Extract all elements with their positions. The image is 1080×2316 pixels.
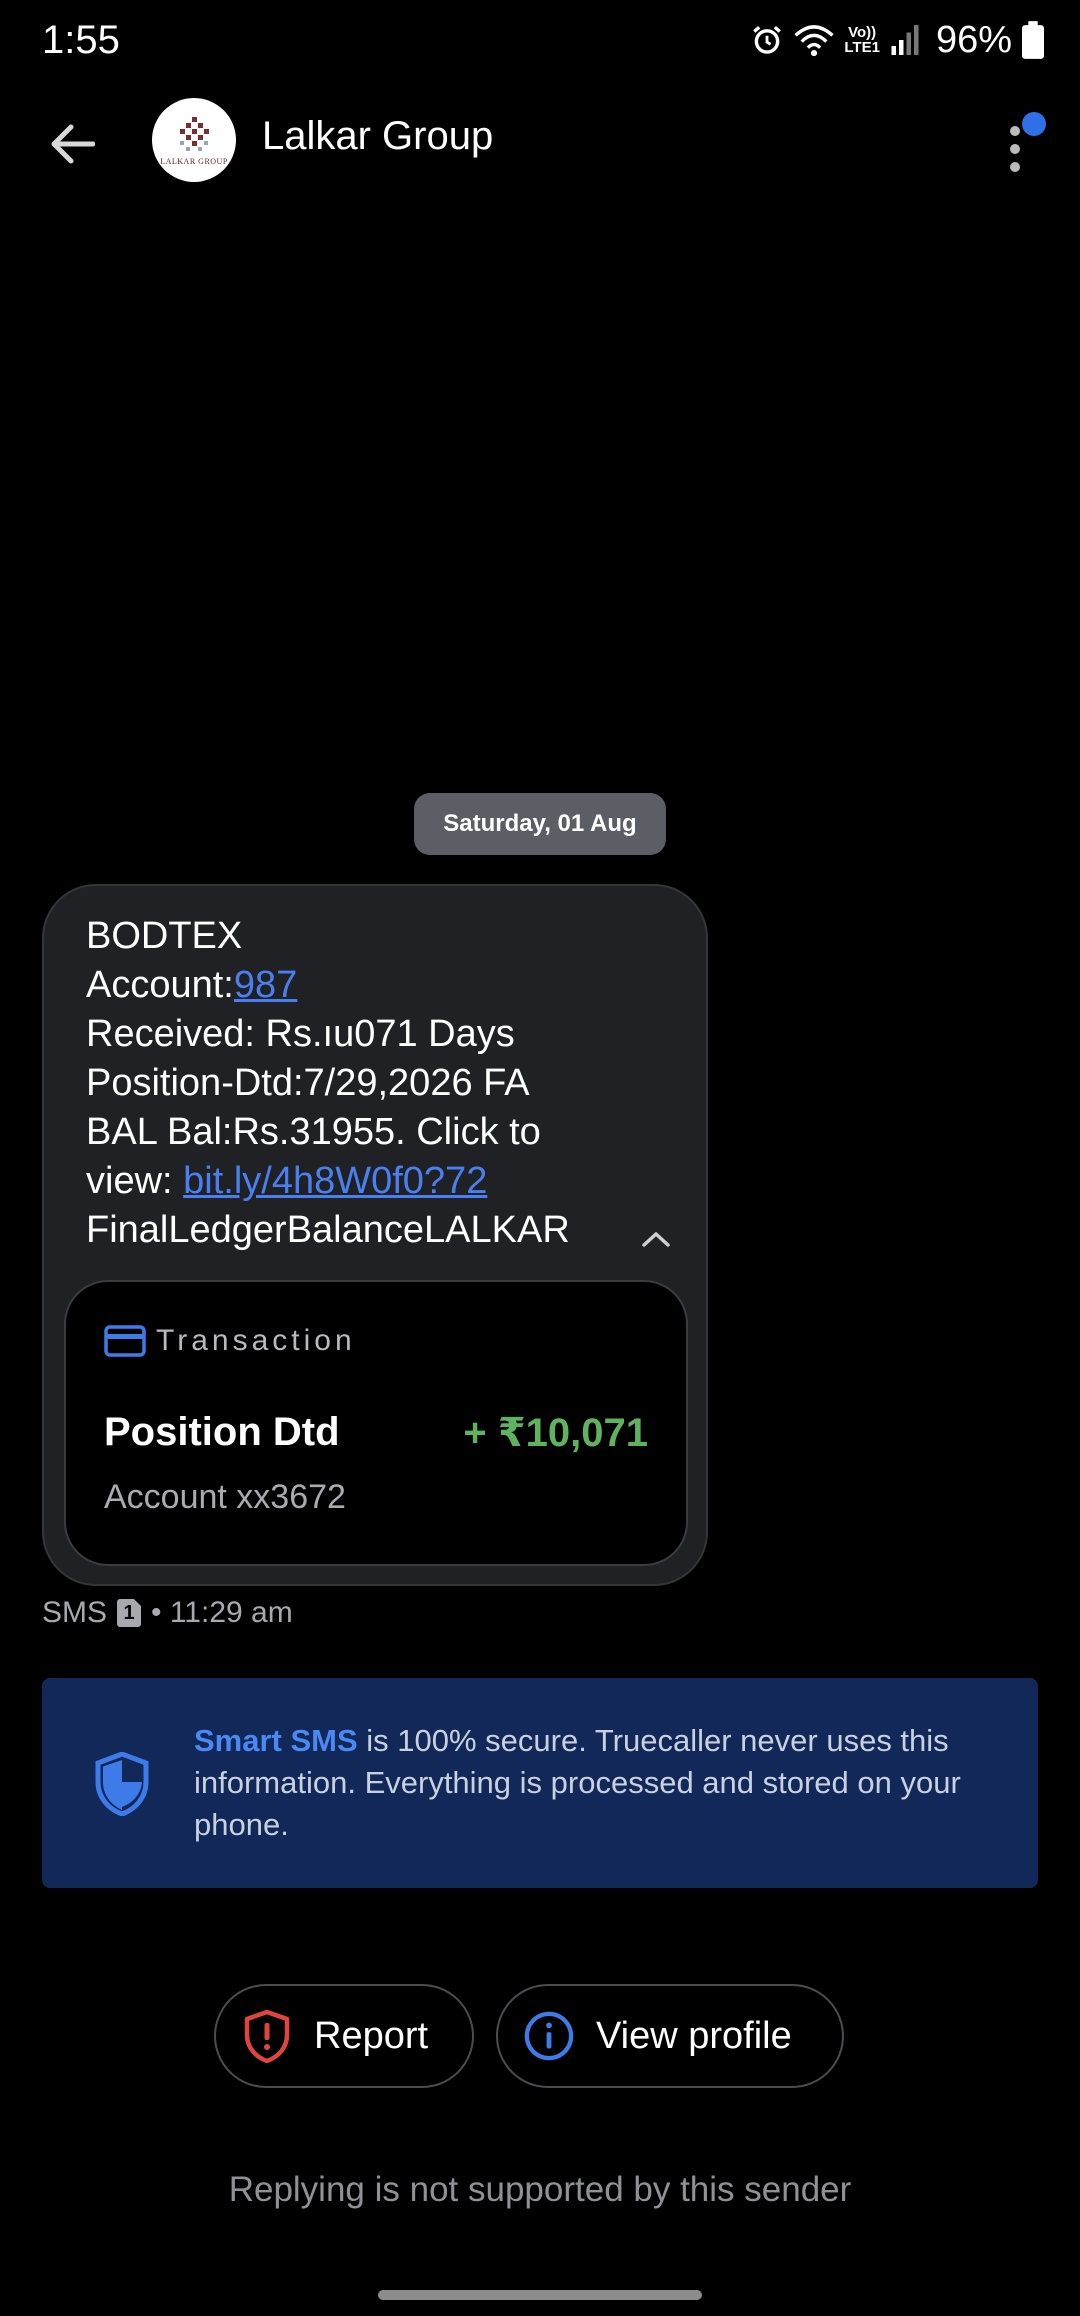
info-text: Smart SMS is 100% secure. Truecaller nev… <box>194 1720 1014 1846</box>
message-line: BODTEX <box>86 915 243 957</box>
alarm-icon <box>753 25 782 54</box>
message-text: Account: <box>86 964 234 1006</box>
report-shield-icon <box>242 2009 292 2063</box>
status-time: 1:55 <box>42 18 120 62</box>
battery-percent: 96% <box>935 18 1012 61</box>
notification-badge <box>1022 112 1046 136</box>
wifi-icon <box>794 25 834 57</box>
reply-unsupported-note: Replying is not supported by this sender <box>228 2170 852 2209</box>
view-profile-label: View profile <box>596 2014 792 2057</box>
report-button[interactable]: Report <box>214 1984 474 2088</box>
message-line: Account:987 <box>86 961 666 1010</box>
message-body: BODTEX Account:987 Received: Rs.ıu071 Da… <box>86 912 666 1255</box>
signal-icon <box>891 25 919 55</box>
avatar-logo-text: LALKAR GROUP <box>160 156 228 166</box>
view-profile-button[interactable]: View profile <box>496 1984 844 2088</box>
message-line: Position-Dtd:7/29,2026 FA <box>86 1062 530 1104</box>
message-meta: SMS 1 • 11:29 am <box>42 1596 293 1630</box>
overflow-menu-button[interactable] <box>990 108 1050 178</box>
volte-lte-icon: Vo)) LTE1 <box>844 24 880 56</box>
menu-dot <box>1010 162 1020 172</box>
lalkar-logo-icon <box>180 116 209 151</box>
chevron-up-icon <box>642 1232 670 1247</box>
transaction-header: Transaction <box>104 1324 356 1358</box>
avatar[interactable]: LALKAR GROUP <box>152 98 236 182</box>
credit-card-icon <box>104 1325 146 1357</box>
transaction-amount: + ₹10,071 <box>463 1411 648 1455</box>
menu-dot <box>1010 126 1020 136</box>
url-link[interactable]: bit.ly/4h8W0f0?72 <box>183 1160 487 1202</box>
collapse-button[interactable] <box>634 1222 678 1256</box>
message-line: FinalLedgerBalanceLALKAR <box>86 1209 570 1251</box>
status-icons: Vo)) LTE1 96% <box>750 16 1044 64</box>
transaction-label: Transaction <box>156 1324 356 1357</box>
account-number-link[interactable]: 987 <box>234 964 297 1006</box>
arrow-left-icon <box>51 124 95 164</box>
status-bar: 1:55 Vo)) LTE1 96% <box>0 0 1080 82</box>
conversation-header: LALKAR GROUP Lalkar Group <box>0 90 1080 195</box>
transaction-account: Account xx3672 <box>104 1478 346 1516</box>
message-text: view: <box>86 1160 184 1202</box>
transaction-card[interactable]: Transaction Position Dtd + ₹10,071 Accou… <box>64 1280 688 1566</box>
message-time: • 11:29 am <box>151 1596 293 1629</box>
message-type: SMS <box>42 1596 108 1629</box>
transaction-name: Position Dtd <box>104 1410 340 1454</box>
home-indicator[interactable] <box>378 2290 702 2300</box>
sim-card-icon: 1 <box>117 1599 142 1627</box>
smart-sms-info-banner: Smart SMS is 100% secure. Truecaller nev… <box>42 1678 1038 1888</box>
battery-icon <box>1022 21 1044 59</box>
message-bubble[interactable]: BODTEX Account:987 Received: Rs.ıu071 Da… <box>42 884 708 1586</box>
back-button[interactable] <box>40 112 104 176</box>
report-label: Report <box>314 2014 429 2057</box>
info-icon <box>524 2009 574 2063</box>
smart-sms-highlight: Smart SMS <box>194 1723 358 1758</box>
message-line: BAL Bal:Rs.31955. Click to <box>86 1111 541 1153</box>
shield-icon <box>95 1752 149 1816</box>
conversation-title[interactable]: Lalkar Group <box>262 114 493 159</box>
menu-dot <box>1010 144 1020 154</box>
message-line: Received: Rs.ıu071 Days <box>86 1013 515 1055</box>
message-line: view: bit.ly/4h8W0f0?72 <box>86 1157 666 1206</box>
date-separator: Saturday, 01 Aug <box>414 793 666 855</box>
